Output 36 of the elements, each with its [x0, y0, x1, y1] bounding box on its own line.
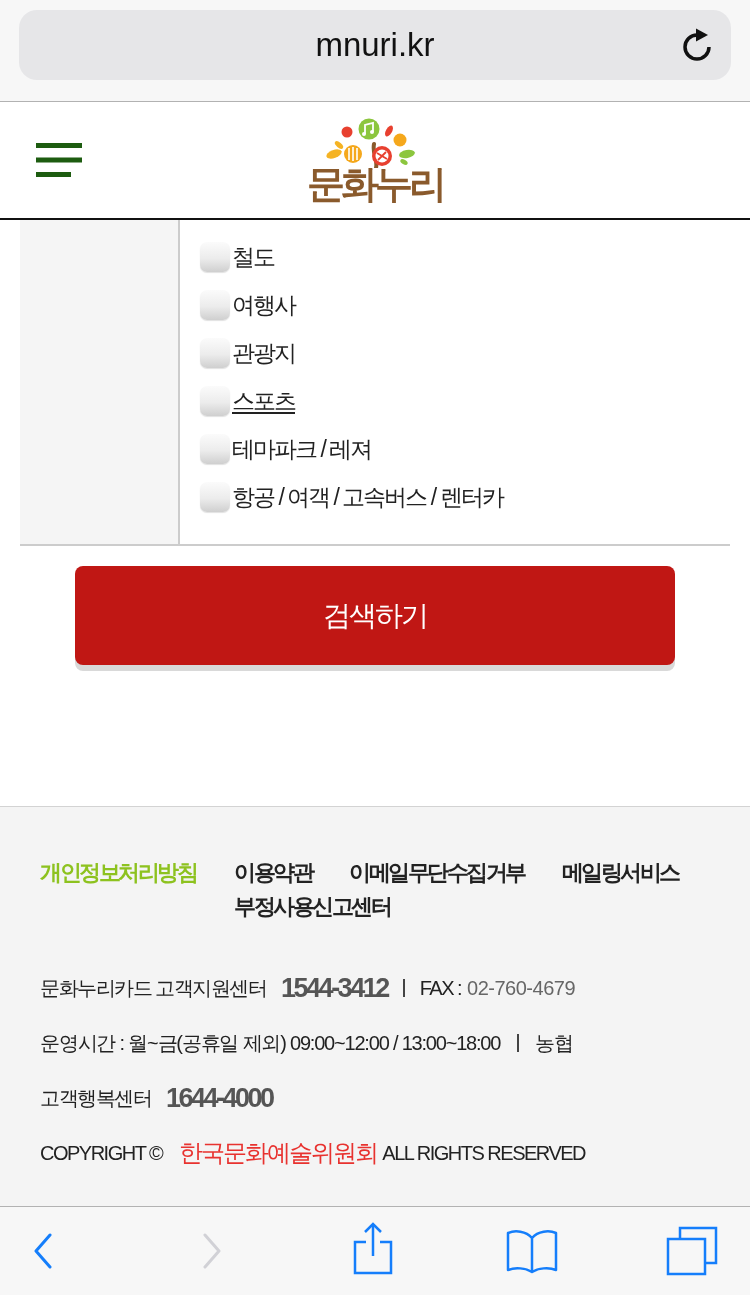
checkbox[interactable] — [200, 242, 230, 272]
checkbox-label[interactable]: 항공 / 여객 / 고속버스 / 렌터카 — [232, 482, 503, 512]
checkbox[interactable] — [200, 482, 230, 512]
operating-hours: 운영시간 : 월~금(공휴일 제외) 09:00~12:00 / 13:00~18:00 — [40, 1031, 501, 1056]
checkbox-label[interactable]: 테마파크 / 레져 — [232, 434, 372, 464]
checkbox-label[interactable]: 철도 — [232, 242, 274, 272]
share-icon[interactable] — [353, 1221, 393, 1275]
logo-text[interactable]: 문화누리 — [307, 164, 443, 204]
happiness-center-label: 고객행복센터 — [40, 1086, 151, 1111]
book-icon[interactable] — [506, 1228, 558, 1274]
phone-number: 1644-4000 — [166, 1082, 273, 1114]
checkbox-label[interactable]: 스포츠 — [232, 386, 295, 416]
footer-link[interactable]: 메일링서비스 — [561, 856, 679, 890]
organization-name: 한국문화예술위원회 — [179, 1138, 378, 1168]
checkbox[interactable] — [200, 338, 230, 368]
tabs-icon[interactable] — [666, 1226, 718, 1276]
checkbox-label[interactable]: 관광지 — [232, 338, 295, 368]
checkbox[interactable] — [200, 386, 230, 416]
address-bar[interactable]: mnuri.kr — [19, 10, 731, 80]
url-text: mnuri.kr — [315, 25, 435, 65]
menu-icon[interactable] — [36, 143, 82, 177]
bank-name: 농협 — [535, 1031, 573, 1056]
copyright-text: COPYRIGHT © — [40, 1141, 163, 1166]
checkbox[interactable] — [200, 434, 230, 464]
footer-link[interactable]: 이메일무단수집거부 — [349, 856, 525, 890]
reload-icon[interactable] — [682, 28, 714, 62]
fax-label: FAX : — [419, 976, 462, 1001]
fax-number: 02-760-4679 — [467, 976, 576, 1001]
back-icon[interactable] — [33, 1233, 53, 1269]
phone-number: 1544-3412 — [281, 972, 388, 1004]
footer-link[interactable]: 이용약관 — [234, 856, 312, 890]
support-center-label: 문화누리카드 고객지원센터 — [40, 976, 267, 1001]
rights-text: ALL RIGHTS RESERVED — [382, 1141, 585, 1166]
checkbox-label[interactable]: 여행사 — [232, 290, 295, 320]
checkbox[interactable] — [200, 290, 230, 320]
footer-link[interactable]: 부정사용신고센터 — [234, 890, 390, 924]
